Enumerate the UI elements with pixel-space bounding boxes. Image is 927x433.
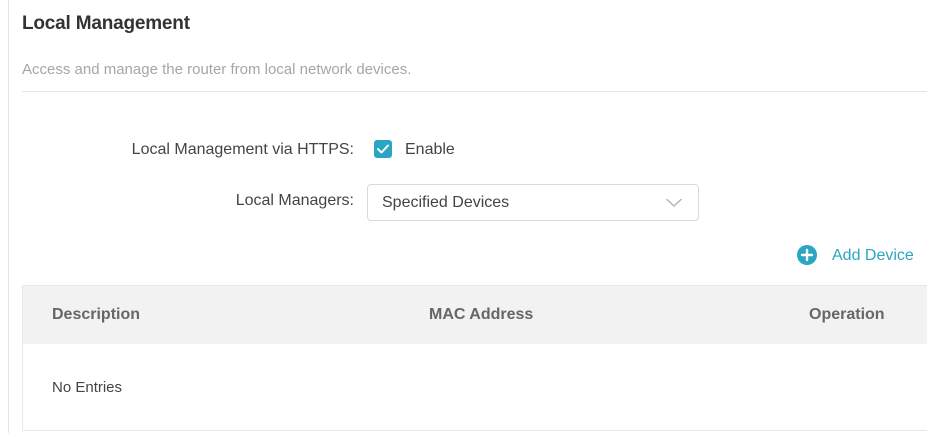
local-management-page: Local Management Access and manage the r…: [0, 0, 927, 433]
section-description: Access and manage the router from local …: [22, 61, 412, 78]
devices-table: Description MAC Address Operation No Ent…: [22, 285, 927, 431]
section-divider: [22, 91, 927, 92]
left-border: [8, 0, 9, 433]
table-empty-message: No Entries: [52, 379, 123, 396]
https-enable-label[interactable]: Enable: [405, 141, 455, 159]
https-enable-checkbox[interactable]: [374, 140, 392, 158]
local-managers-selected-value: Specified Devices: [382, 194, 510, 211]
local-managers-label: Local Managers:: [235, 192, 354, 209]
plus-circle-icon: [797, 245, 817, 265]
column-header-description: Description: [52, 306, 141, 323]
https-label: Local Management via HTTPS:: [131, 141, 354, 158]
add-device-label: Add Device: [832, 247, 914, 264]
local-managers-select[interactable]: Specified Devices: [367, 184, 699, 221]
table-header: Description MAC Address Operation: [23, 286, 927, 344]
section-title: Local Management: [22, 13, 190, 34]
column-header-operation: Operation: [809, 306, 885, 323]
column-header-mac-address: MAC Address: [429, 306, 534, 323]
chevron-down-icon: [666, 198, 682, 207]
check-icon: [377, 144, 389, 154]
